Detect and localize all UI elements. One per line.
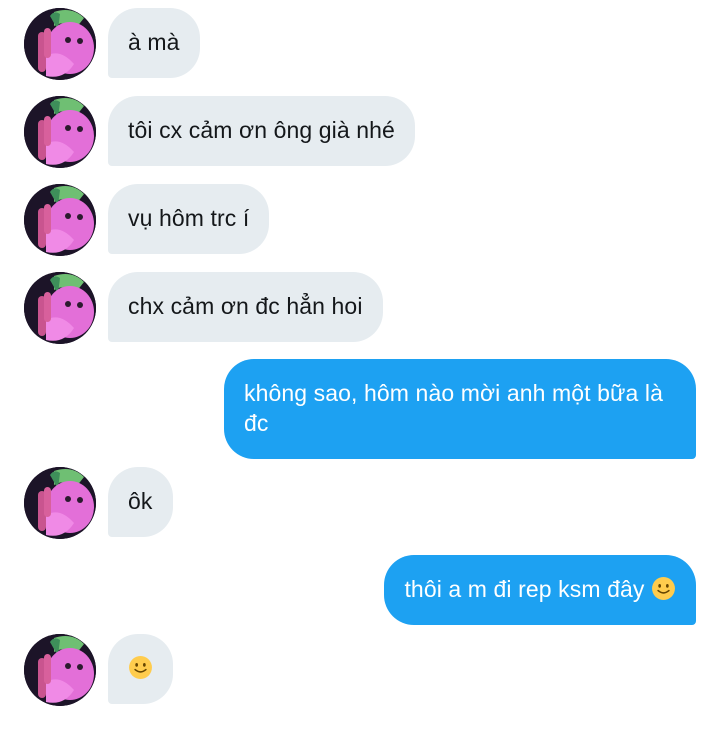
message-row: tôi cx cảm ơn ông già nhé <box>0 96 720 168</box>
avatar[interactable] <box>24 467 96 539</box>
message-row: vụ hôm trc í <box>0 184 720 256</box>
incoming-message-bubble[interactable]: ôk <box>108 467 173 537</box>
avatar-image <box>24 96 96 168</box>
avatar-image <box>24 634 96 706</box>
avatar[interactable] <box>24 96 96 168</box>
message-row: à mà <box>0 8 720 80</box>
message-row: chx cảm ơn đc hẳn hoi <box>0 272 720 344</box>
avatar-image <box>24 8 96 80</box>
avatar[interactable] <box>24 634 96 706</box>
incoming-message-bubble[interactable]: chx cảm ơn đc hẳn hoi <box>108 272 383 342</box>
slightly-smiling-face-icon <box>652 577 675 600</box>
message-row <box>0 634 720 706</box>
avatar[interactable] <box>24 8 96 80</box>
outgoing-message-bubble[interactable]: không sao, hôm nào mời anh một bữa là đc <box>224 359 696 459</box>
incoming-message-bubble[interactable] <box>108 634 173 704</box>
conversation-thread: à mà tôi cx cảm ơn ông già nhé vụ hôm tr… <box>0 0 720 734</box>
message-text: à mà <box>128 29 180 55</box>
avatar-image <box>24 184 96 256</box>
message-text: thôi a m đi rep ksm đây <box>404 576 645 602</box>
message-row: ôk <box>0 467 720 539</box>
message-text: chx cảm ơn đc hẳn hoi <box>128 293 363 319</box>
message-row: thôi a m đi rep ksm đây <box>0 555 720 625</box>
avatar[interactable] <box>24 184 96 256</box>
incoming-message-bubble[interactable]: tôi cx cảm ơn ông già nhé <box>108 96 415 166</box>
avatar-image <box>24 272 96 344</box>
outgoing-message-bubble[interactable]: thôi a m đi rep ksm đây <box>384 555 696 625</box>
message-text: không sao, hôm nào mời anh một bữa là đc <box>244 380 664 436</box>
message-row: không sao, hôm nào mời anh một bữa là đc <box>0 359 720 459</box>
message-text: vụ hôm trc í <box>128 205 250 231</box>
avatar-image <box>24 467 96 539</box>
incoming-message-bubble[interactable]: vụ hôm trc í <box>108 184 270 254</box>
incoming-message-bubble[interactable]: à mà <box>108 8 200 78</box>
message-text: tôi cx cảm ơn ông già nhé <box>128 117 395 143</box>
message-text: ôk <box>128 488 153 514</box>
avatar[interactable] <box>24 272 96 344</box>
slightly-smiling-face-icon <box>129 656 152 679</box>
